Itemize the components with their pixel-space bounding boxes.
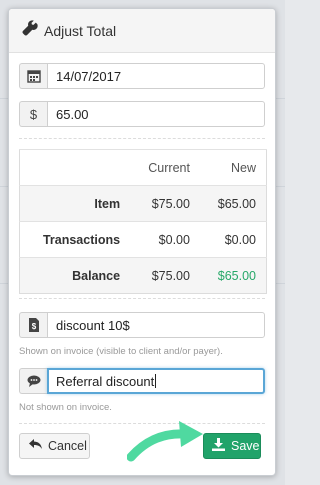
- table-header-new: New: [199, 149, 267, 186]
- row-label-balance: Balance: [19, 257, 131, 294]
- balance-current: $75.00: [130, 257, 200, 294]
- invoice-icon: $: [19, 312, 47, 338]
- comment-icon: [19, 368, 47, 394]
- invoice-note-row: $ discount 10$: [19, 312, 265, 338]
- divider: [19, 138, 265, 139]
- reply-arrow-icon: [29, 439, 42, 453]
- calendar-icon[interactable]: [19, 63, 47, 89]
- dialog-header: Adjust Total: [9, 9, 275, 53]
- cancel-label: Cancel: [48, 439, 87, 453]
- table-row: Balance $75.00 $65.00: [19, 257, 267, 294]
- amount-input[interactable]: 65.00: [47, 101, 265, 127]
- download-icon: [212, 438, 225, 454]
- item-current: $75.00: [130, 185, 200, 222]
- date-row: 14/07/2017: [19, 63, 265, 89]
- dialog-title: Adjust Total: [44, 22, 117, 39]
- item-new: $65.00: [199, 185, 267, 222]
- transactions-current: $0.00: [130, 221, 200, 258]
- balance-new: $65.00: [199, 257, 267, 294]
- table-row: Item $75.00 $65.00: [19, 185, 267, 222]
- invoice-note-hint: Shown on invoice (visible to client and/…: [19, 346, 223, 357]
- divider: [19, 298, 265, 299]
- wrench-icon: [22, 20, 38, 41]
- adjust-total-dialog: Adjust Total 14/07/2017 $ 65.00 Current …: [8, 8, 276, 476]
- internal-note-text: Referral discount: [56, 373, 155, 389]
- text-caret: [155, 374, 157, 388]
- transactions-new: $0.00: [199, 221, 267, 258]
- date-input[interactable]: 14/07/2017: [47, 63, 265, 89]
- table-header-current: Current: [130, 149, 200, 186]
- currency-prefix: $: [19, 101, 47, 127]
- totals-table: Current New Item $75.00 $65.00 Transacti…: [19, 149, 267, 294]
- svg-text:$: $: [31, 322, 36, 331]
- save-label: Save: [231, 439, 260, 453]
- amount-row: $ 65.00: [19, 101, 265, 127]
- row-label-item: Item: [19, 185, 131, 222]
- cancel-button[interactable]: Cancel: [19, 433, 90, 459]
- row-label-transactions: Transactions: [19, 221, 131, 258]
- table-header-blank: [19, 149, 131, 186]
- invoice-note-input[interactable]: discount 10$: [47, 312, 265, 338]
- table-header-row: Current New: [19, 149, 267, 186]
- table-row: Transactions $0.00 $0.00: [19, 221, 267, 258]
- pointer-arrow-icon: [127, 421, 203, 462]
- internal-note-hint: Not shown on invoice.: [19, 402, 112, 413]
- save-button[interactable]: Save: [203, 433, 261, 459]
- internal-note-input[interactable]: Referral discount: [47, 368, 265, 394]
- internal-note-row: Referral discount: [19, 368, 265, 394]
